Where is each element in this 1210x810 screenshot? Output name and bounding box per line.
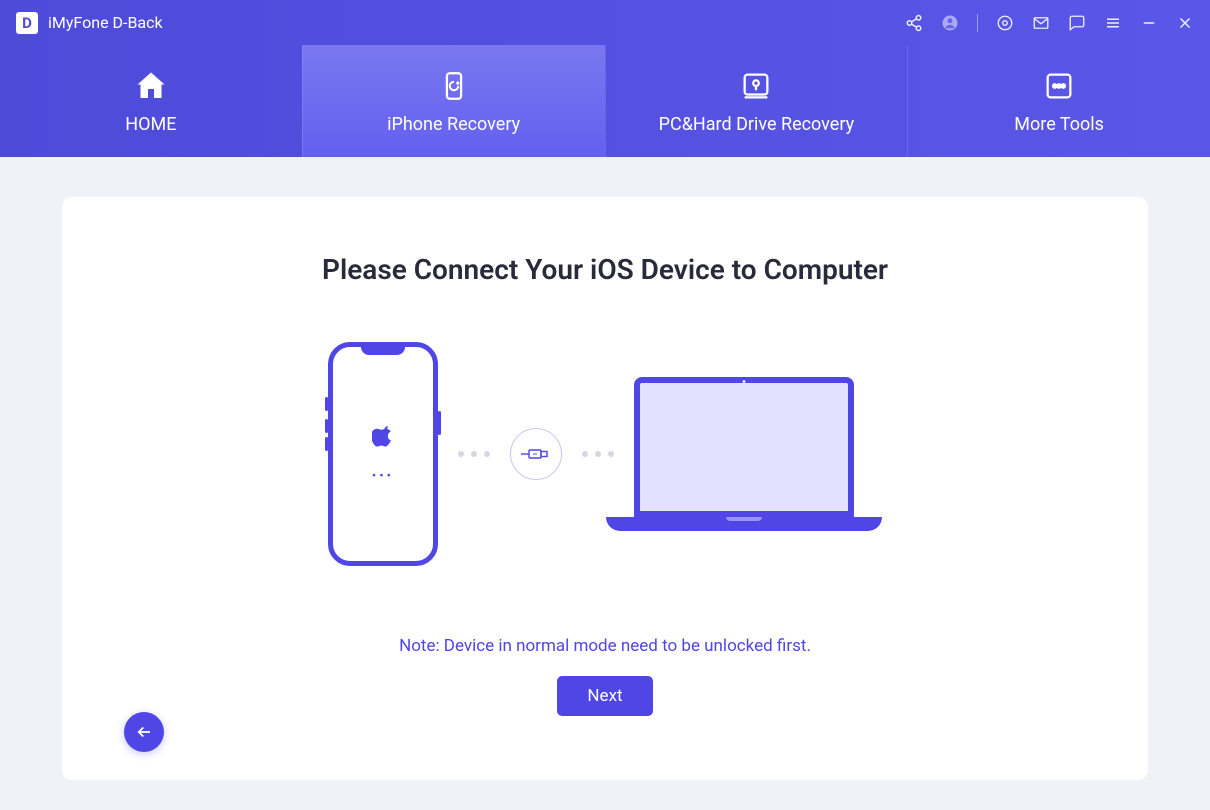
app-title: iMyFone D-Back (48, 13, 163, 32)
share-icon[interactable] (905, 14, 923, 32)
main-card: Please Connect Your iOS Device to Comput… (62, 197, 1148, 780)
nav-home[interactable]: HOME (0, 45, 302, 157)
account-icon[interactable] (941, 14, 959, 32)
settings-icon[interactable] (996, 14, 1014, 32)
feedback-icon[interactable] (1068, 14, 1086, 32)
laptop-base-icon (606, 517, 882, 531)
arrow-left-icon (135, 723, 153, 741)
titlebar: D iMyFone D-Back (0, 0, 1210, 45)
dot-icon (458, 451, 464, 457)
nav-more-label: More Tools (1014, 114, 1104, 135)
nav-iphone-label: iPhone Recovery (387, 114, 520, 135)
connect-illustration: ••• (328, 342, 882, 566)
page-title: Please Connect Your iOS Device to Comput… (322, 253, 888, 286)
content-wrapper: Please Connect Your iOS Device to Comput… (0, 157, 1210, 810)
dot-icon (484, 451, 490, 457)
laptop-screen-icon (634, 377, 854, 517)
nav-pc-recovery[interactable]: PC&Hard Drive Recovery (605, 45, 908, 157)
phone-refresh-icon (436, 68, 472, 104)
nav-iphone-recovery[interactable]: iPhone Recovery (302, 45, 605, 157)
back-button[interactable] (124, 712, 164, 752)
drive-key-icon (738, 68, 774, 104)
unlock-note: Note: Device in normal mode need to be u… (399, 636, 811, 656)
nav-pc-label: PC&Hard Drive Recovery (659, 114, 854, 135)
more-icon (1041, 68, 1077, 104)
dot-icon (582, 451, 588, 457)
app-logo-letter: D (22, 14, 32, 32)
mail-icon[interactable] (1032, 14, 1050, 32)
phone-illustration: ••• (328, 342, 438, 566)
phone-side-buttons-icon (325, 397, 328, 411)
nav-tabs: HOME iPhone Recovery PC&Hard Drive Recov… (0, 45, 1210, 157)
apple-icon (372, 425, 394, 455)
laptop-illustration (634, 377, 882, 531)
dot-icon (608, 451, 614, 457)
close-icon[interactable] (1176, 14, 1194, 32)
titlebar-left: D iMyFone D-Back (16, 12, 163, 34)
phone-power-button-icon (438, 411, 441, 435)
titlebar-divider (977, 14, 978, 32)
nav-home-label: HOME (125, 114, 176, 135)
dots-left (458, 451, 490, 457)
menu-icon[interactable] (1104, 14, 1122, 32)
dots-right (582, 451, 614, 457)
nav-more-tools[interactable]: More Tools (907, 45, 1210, 157)
usb-connector-icon (510, 428, 562, 480)
dot-icon (595, 451, 601, 457)
minimize-icon[interactable] (1140, 14, 1158, 32)
phone-loading-dots: ••• (372, 469, 394, 484)
home-icon (133, 68, 169, 104)
app-logo: D (16, 12, 38, 34)
next-button[interactable]: Next (557, 676, 652, 716)
dot-icon (471, 451, 477, 457)
titlebar-right (905, 14, 1194, 32)
